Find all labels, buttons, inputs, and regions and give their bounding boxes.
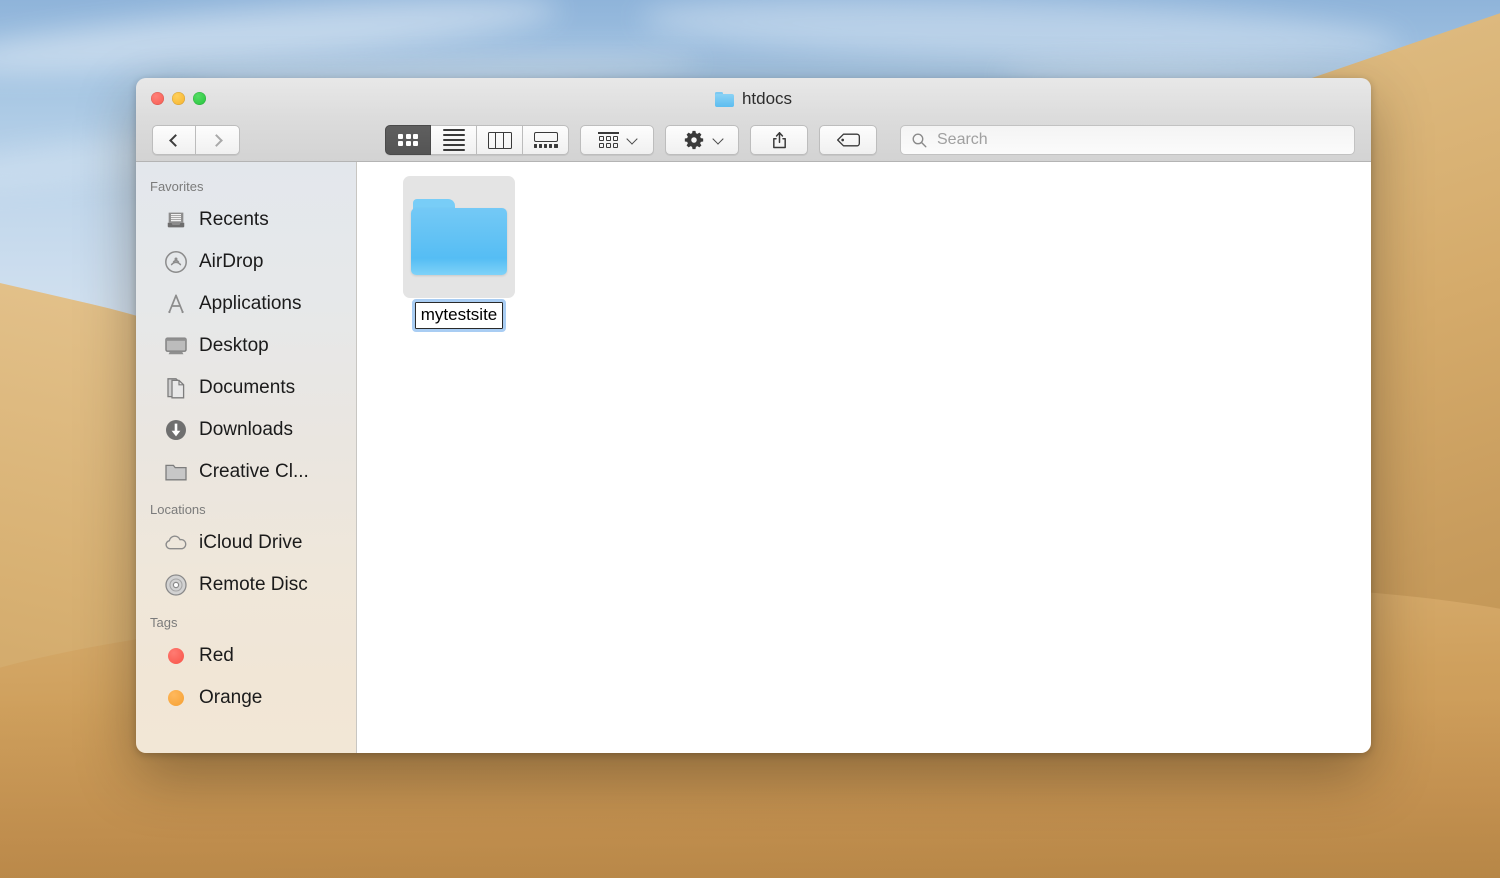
gear-icon — [683, 129, 705, 151]
sidebar-item-downloads[interactable]: Downloads — [136, 409, 356, 451]
chevron-down-icon — [712, 133, 723, 144]
sidebar-item-desktop[interactable]: Desktop — [136, 325, 356, 367]
sidebar-item-label: Red — [199, 645, 234, 667]
disc-icon — [164, 573, 188, 597]
sidebar-item-label: Remote Disc — [199, 574, 308, 596]
minimize-button[interactable] — [172, 92, 185, 105]
grid-icon — [398, 134, 418, 147]
sidebar-item-label: Desktop — [199, 335, 269, 357]
airdrop-icon — [164, 250, 188, 274]
sidebar-item-label: Downloads — [199, 419, 293, 441]
window-titlebar[interactable]: htdocs — [136, 78, 1371, 162]
sidebar-item-remote-disc[interactable]: Remote Disc — [136, 564, 356, 606]
tag-icon — [836, 131, 861, 149]
gallery-view-button[interactable] — [523, 125, 569, 155]
sidebar-item-tag-red[interactable]: Red — [136, 635, 356, 677]
icon-view-button[interactable] — [385, 125, 431, 155]
cloud-icon — [164, 531, 188, 555]
applications-icon — [164, 292, 188, 316]
arrange-by-button[interactable] — [580, 125, 654, 155]
sidebar-item-label: Recents — [199, 209, 269, 231]
list-view-button[interactable] — [431, 125, 477, 155]
sidebar-item-documents[interactable]: Documents — [136, 367, 356, 409]
tag-dot-icon — [164, 644, 188, 668]
finder-toolbar: Search — [136, 118, 1371, 162]
folder-icon — [411, 199, 507, 275]
sidebar-item-label: iCloud Drive — [199, 532, 302, 554]
file-icon-selection-highlight[interactable] — [403, 176, 515, 298]
sidebar-item-label: Orange — [199, 687, 262, 709]
search-icon — [911, 132, 928, 149]
sidebar-item-tag-orange[interactable]: Orange — [136, 677, 356, 719]
chevron-right-icon — [210, 134, 223, 147]
window-title: htdocs — [136, 89, 1371, 109]
desktop-icon — [164, 334, 188, 358]
sidebar-item-creative-cloud[interactable]: Creative Cl... — [136, 451, 356, 493]
finder-window: htdocs — [136, 78, 1371, 753]
sidebar-item-icloud-drive[interactable]: iCloud Drive — [136, 522, 356, 564]
traffic-light-group — [151, 92, 206, 105]
share-button[interactable] — [750, 125, 808, 155]
sidebar-section-favorites-title: Favorites — [136, 170, 356, 199]
sidebar-item-label: Creative Cl... — [199, 461, 309, 483]
file-name-rename-input[interactable]: mytestsite — [415, 302, 504, 329]
search-placeholder: Search — [937, 131, 988, 149]
sidebar-item-applications[interactable]: Applications — [136, 283, 356, 325]
sidebar-item-recents[interactable]: Recents — [136, 199, 356, 241]
tag-dot-icon — [164, 686, 188, 710]
arrange-icon — [598, 132, 619, 148]
sidebar-item-airdrop[interactable]: AirDrop — [136, 241, 356, 283]
back-button[interactable] — [152, 125, 196, 155]
sidebar-section-tags-title: Tags — [136, 606, 356, 635]
close-button[interactable] — [151, 92, 164, 105]
columns-icon — [488, 132, 512, 149]
window-body: Favorites Recents — [136, 162, 1371, 753]
window-title-text: htdocs — [742, 89, 792, 109]
tags-button[interactable] — [819, 125, 877, 155]
sidebar-section-locations-title: Locations — [136, 493, 356, 522]
view-mode-buttons — [385, 125, 569, 155]
documents-icon — [164, 376, 188, 400]
folder-icon — [715, 92, 734, 107]
share-icon — [769, 130, 790, 151]
downloads-icon — [164, 418, 188, 442]
action-menu-button[interactable] — [665, 125, 739, 155]
recents-icon — [164, 208, 188, 232]
chevron-left-icon — [169, 134, 182, 147]
list-icon — [443, 129, 465, 151]
zoom-button[interactable] — [193, 92, 206, 105]
sidebar-item-label: Documents — [199, 377, 295, 399]
forward-button[interactable] — [196, 125, 240, 155]
file-item[interactable]: mytestsite — [403, 176, 515, 329]
gallery-icon — [534, 132, 558, 149]
sidebar-item-label: Applications — [199, 293, 301, 315]
sidebar-item-label: AirDrop — [199, 251, 263, 273]
chevron-down-icon — [626, 133, 637, 144]
cloud-streak — [639, 0, 1401, 75]
folder-icon — [164, 460, 188, 484]
file-browser-area[interactable]: mytestsite — [357, 162, 1371, 753]
finder-sidebar: Favorites Recents — [136, 162, 357, 753]
search-field[interactable]: Search — [900, 125, 1355, 155]
column-view-button[interactable] — [477, 125, 523, 155]
navigation-buttons — [152, 125, 240, 155]
